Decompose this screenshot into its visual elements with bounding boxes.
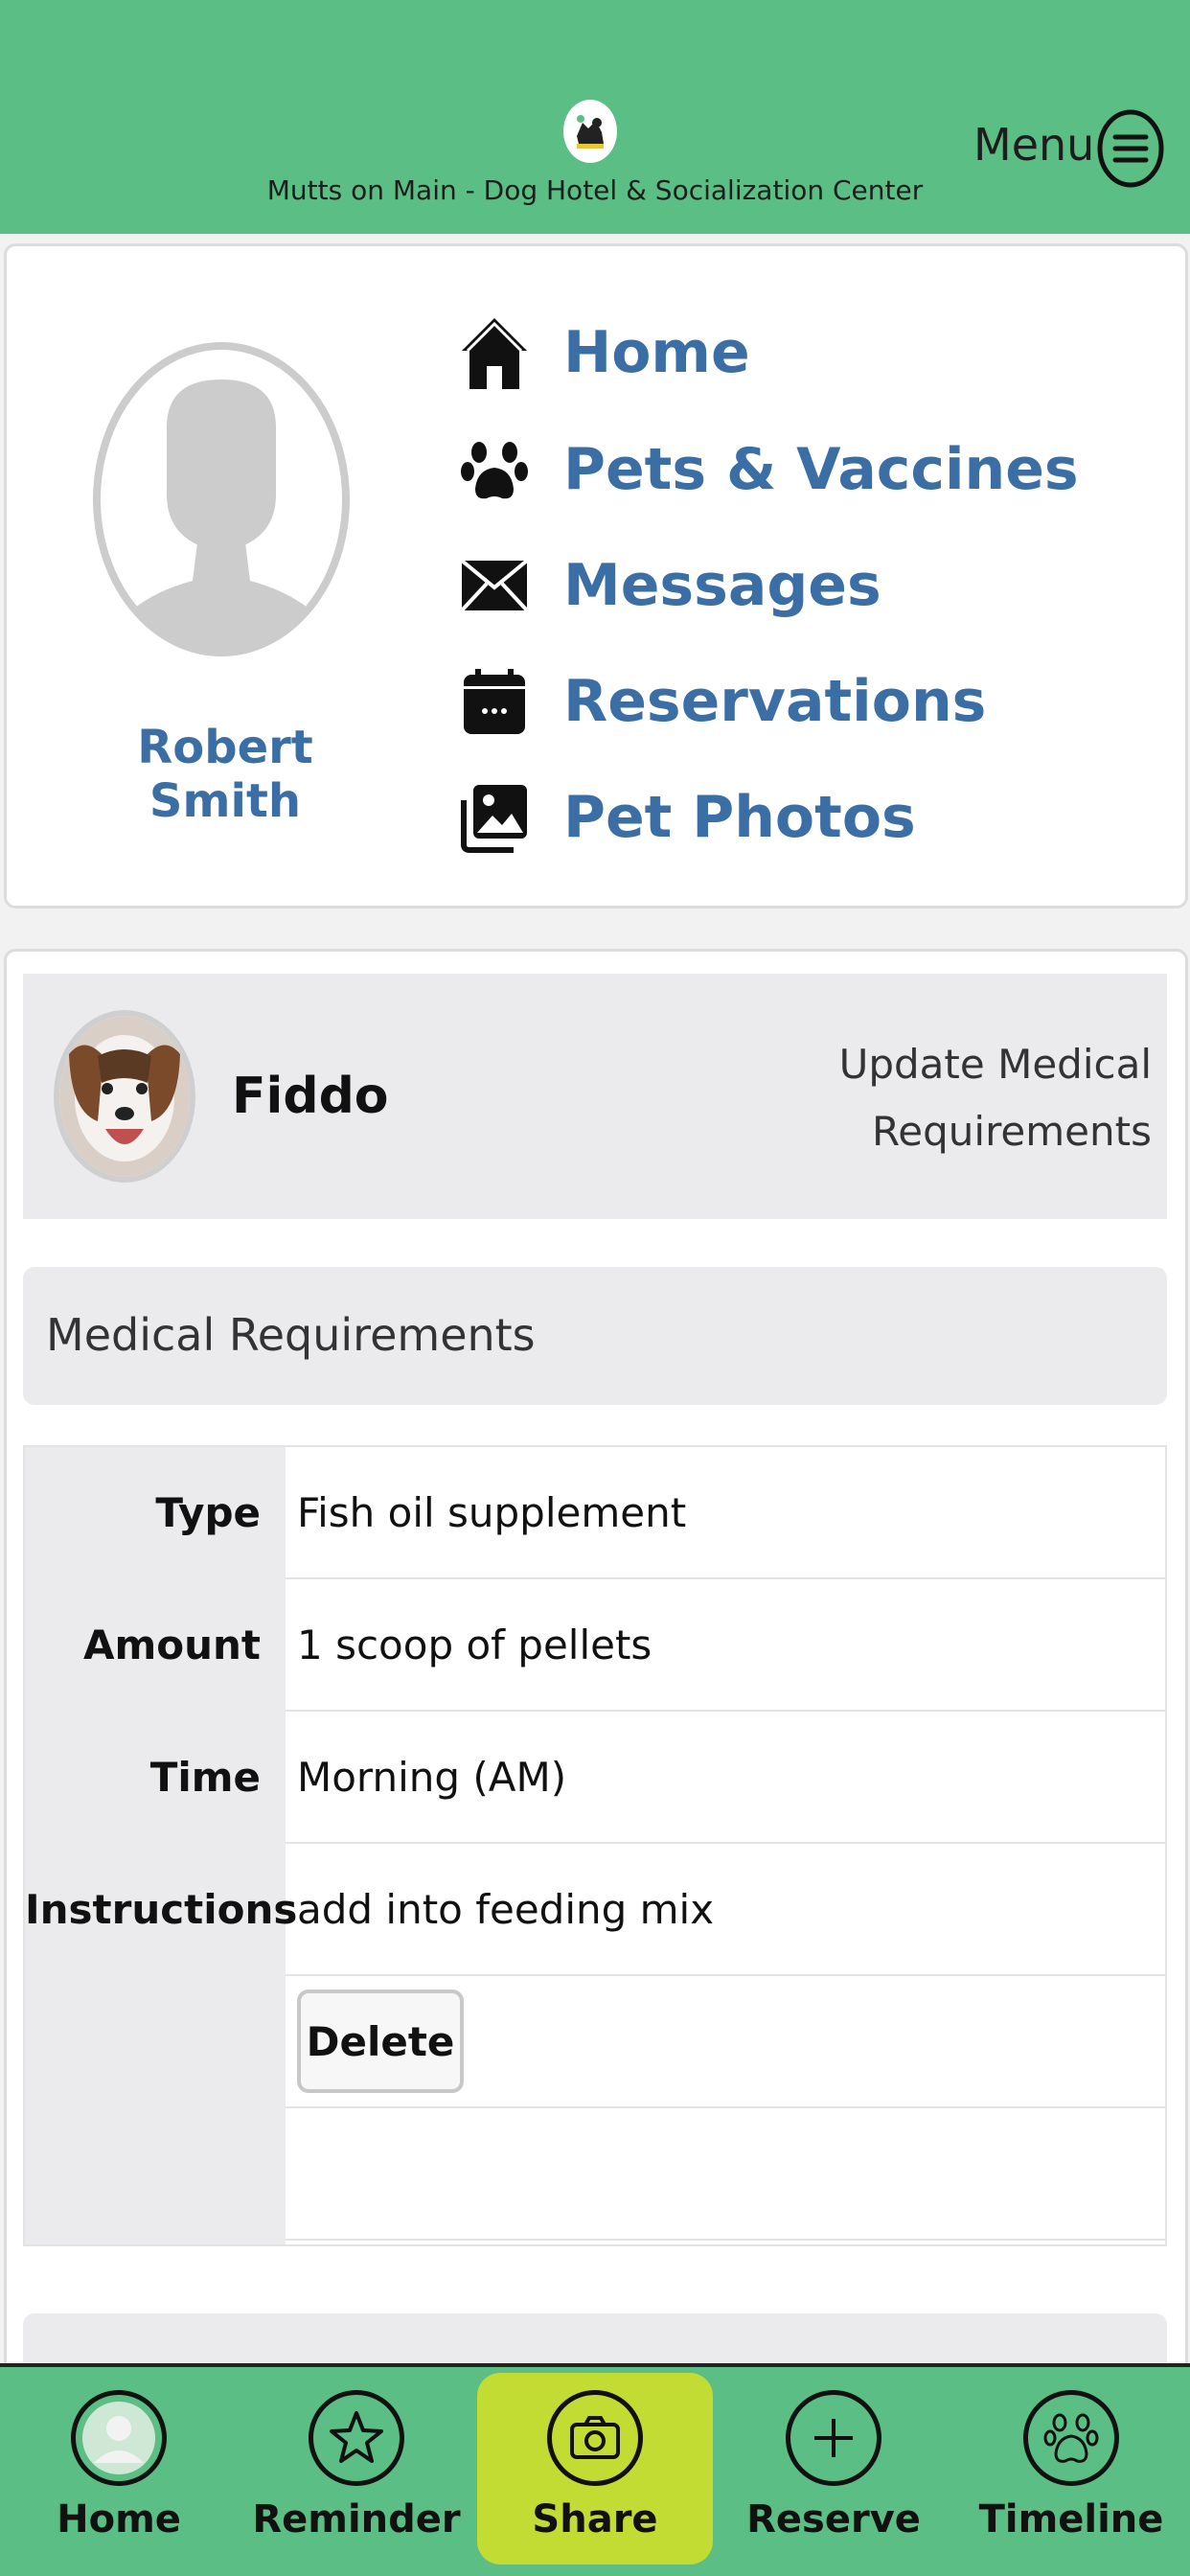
paw-icon — [456, 431, 533, 508]
tab-timeline[interactable]: Timeline — [952, 2373, 1190, 2564]
avatar — [92, 341, 351, 657]
tab-reserve[interactable]: Reserve — [715, 2373, 952, 2564]
nav-label: Pet Photos — [563, 784, 916, 851]
row-empty-cell — [286, 2108, 1167, 2241]
row-value: 1 scoop of pellets — [297, 1622, 652, 1668]
tab-home[interactable]: Home — [0, 2373, 238, 2564]
section-title: Medical Requirements — [46, 1309, 536, 1361]
row-label: Type — [155, 1489, 261, 1536]
medical-section-header: Medical Requirements — [23, 1267, 1167, 1405]
star-icon — [309, 2390, 404, 2486]
home-icon — [456, 314, 533, 391]
table-row: Amount 1 scoop of pellets — [25, 1579, 1167, 1712]
row-label: Amount — [82, 1622, 261, 1668]
menu-label[interactable]: Menu — [973, 119, 1094, 171]
nav-label: Home — [563, 319, 750, 386]
nav-label: Reservations — [563, 668, 987, 735]
medical-table: Type Fish oil supplement Amount 1 scoop … — [23, 1445, 1167, 2246]
dog-logo-icon[interactable] — [563, 100, 617, 163]
nav-label: Pets & Vaccines — [563, 436, 1079, 503]
brand-title: Mutts on Main - Dog Hotel & Socializatio… — [266, 174, 924, 206]
nav-item-pet-photos[interactable]: Pet Photos — [456, 771, 1127, 863]
table-row: Delete — [25, 1976, 1167, 2108]
tab-label: Share — [532, 2497, 658, 2542]
paw-icon — [1023, 2390, 1119, 2486]
tab-label: Home — [57, 2497, 181, 2542]
pet-name: Fiddo — [232, 1068, 389, 1125]
nav-item-home[interactable]: Home — [456, 307, 1127, 399]
nav-label: Messages — [563, 552, 881, 619]
tab-label: Reminder — [252, 2497, 461, 2542]
tab-share[interactable]: Share — [477, 2373, 713, 2564]
plus-icon — [786, 2390, 881, 2486]
tab-reminder[interactable]: Reminder — [238, 2373, 475, 2564]
row-value-cell: add into feeding mix — [286, 1844, 1167, 1976]
tab-label: Timeline — [978, 2497, 1164, 2542]
pet-photo — [54, 1010, 195, 1183]
nav-item-messages[interactable]: Messages — [456, 540, 1127, 632]
row-label: Instructions — [25, 1886, 298, 1933]
user-icon — [71, 2390, 167, 2486]
row-label: Time — [149, 1754, 261, 1801]
nav-item-reservations[interactable]: Reservations — [456, 656, 1127, 748]
row-value: Fish oil supplement — [297, 1489, 687, 1536]
table-row: Type Fish oil supplement — [25, 1447, 1167, 1579]
row-value-cell: 1 scoop of pellets — [286, 1579, 1167, 1712]
table-row — [25, 2108, 1167, 2241]
tab-label: Reserve — [746, 2497, 921, 2542]
delete-button[interactable]: Delete — [297, 1990, 464, 2093]
row-value-cell: Fish oil supplement — [286, 1447, 1167, 1579]
row-value: add into feeding mix — [297, 1886, 715, 1933]
nav-item-pets-vaccines[interactable]: Pets & Vaccines — [456, 424, 1127, 516]
row-value-cell: Morning (AM) — [286, 1712, 1167, 1844]
camera-icon — [547, 2390, 643, 2486]
table-row: Time Morning (AM) — [25, 1712, 1167, 1844]
table-row: Instructions add into feeding mix — [25, 1844, 1167, 1976]
calendar-icon — [456, 663, 533, 740]
update-medical-link[interactable]: Update Medical Requirements — [749, 1031, 1152, 1165]
row-action-cell: Delete — [286, 1976, 1167, 2108]
row-value: Morning (AM) — [297, 1754, 567, 1801]
user-name[interactable]: Robert Smith — [57, 721, 393, 828]
menu-icon[interactable] — [1096, 107, 1165, 190]
envelope-icon — [456, 547, 533, 624]
photos-icon — [456, 779, 533, 856]
